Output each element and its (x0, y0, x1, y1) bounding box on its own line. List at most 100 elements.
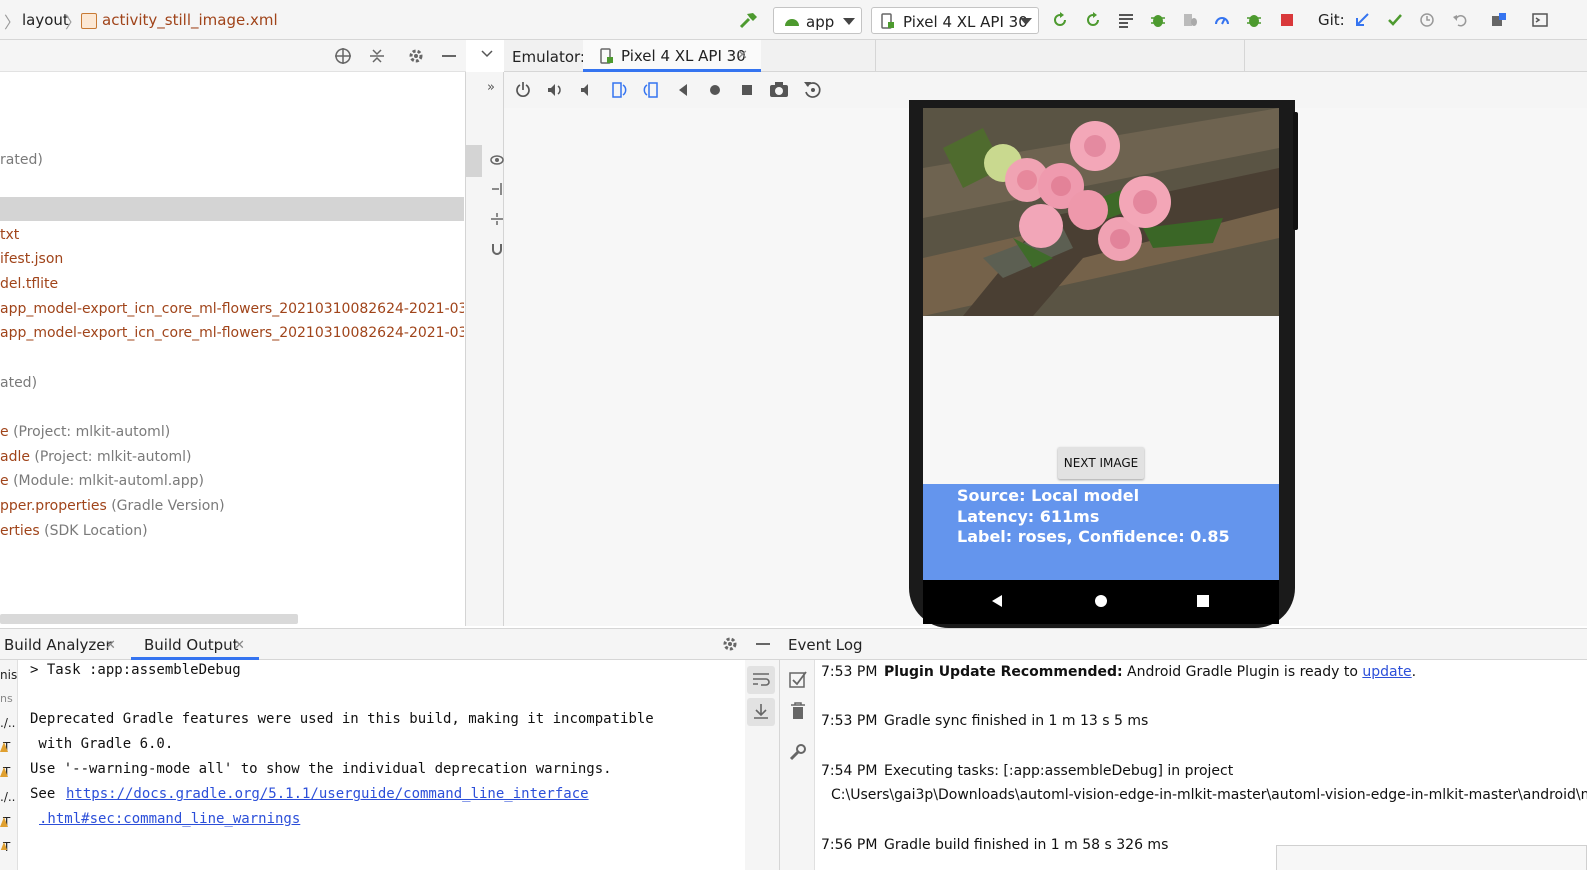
more-chevron-icon[interactable]: » (487, 80, 495, 95)
event-message: Plugin Update Recommended: Android Gradl… (884, 664, 1416, 680)
event-time: 7:53 PM (821, 664, 878, 680)
tab-build-analyzer[interactable]: Build Analyzer (4, 636, 112, 654)
power-icon[interactable] (514, 81, 532, 99)
gradle-docs-link-continued[interactable]: .html#sec:command_line_warnings (39, 811, 300, 827)
attach-process-icon[interactable] (1246, 12, 1262, 28)
back-triangle-icon[interactable] (676, 83, 690, 97)
close-icon[interactable]: ✕ (737, 48, 748, 63)
tab-divider (875, 40, 876, 72)
gear-icon[interactable] (721, 635, 739, 653)
device-select[interactable]: Pixel 4 XL API 30 (871, 7, 1039, 34)
chevron-down-icon (843, 18, 855, 25)
stop-icon[interactable] (1279, 12, 1295, 28)
home-circle-icon[interactable] (708, 83, 722, 97)
tree-row[interactable]: adle (Project: mlkit-automl) (0, 445, 192, 469)
rotate-right-icon[interactable] (642, 81, 660, 99)
scroll-to-end-button[interactable] (747, 698, 775, 726)
tree-row[interactable]: e (Project: mlkit-automl) (0, 420, 170, 444)
tree-row[interactable]: del.tflite (0, 272, 58, 296)
breadcrumb-file[interactable]: activity_still_image.xml (102, 11, 278, 29)
tree-row-name: erties (0, 523, 40, 539)
tree-row[interactable]: app_model-export_icn_core_ml-flowers_202… (0, 321, 464, 345)
snapshot-restore-icon[interactable] (803, 80, 823, 100)
nav-home-icon[interactable] (1094, 594, 1108, 608)
scroll-to-end-icon (754, 704, 768, 719)
minimize-icon[interactable] (440, 47, 458, 65)
event-message: Gradle sync finished in 1 m 13 s 5 ms (884, 713, 1149, 729)
nav-back-icon[interactable] (990, 594, 1004, 608)
apply-changes-restart-icon[interactable] (1052, 12, 1068, 28)
rollback-undo-icon[interactable] (1452, 12, 1468, 28)
tree-row-name: app_model-export_icn_core_ml-flowers_202… (0, 301, 464, 317)
next-image-button[interactable]: NEXT IMAGE (1058, 447, 1144, 479)
distribute-icon[interactable] (490, 212, 504, 226)
camera-screenshot-icon[interactable] (769, 81, 789, 99)
volume-up-icon[interactable] (546, 81, 564, 99)
tab-emulator-device-label: Pixel 4 XL API 30 (621, 47, 746, 65)
locate-target-icon[interactable] (334, 47, 352, 65)
event-entry: 7:54 PM (821, 763, 877, 779)
console-line: > Task :app:assembleDebug (30, 662, 241, 678)
profiler-icon[interactable] (1214, 12, 1230, 28)
device-select-label: Pixel 4 XL API 30 (903, 13, 1028, 31)
debug-bug-icon[interactable] (1150, 12, 1166, 28)
git-commit-check-icon[interactable] (1387, 12, 1403, 28)
attach-debugger-icon[interactable] (1182, 12, 1198, 28)
soft-wrap-button[interactable] (747, 666, 775, 694)
magnet-icon[interactable] (490, 242, 504, 256)
tree-row[interactable]: erties (SDK Location) (0, 519, 148, 543)
tree-row[interactable]: ated) (0, 371, 37, 395)
mark-all-read-icon[interactable] (789, 670, 807, 688)
volume-down-icon[interactable] (578, 81, 596, 99)
project-structure-icon[interactable] (1491, 12, 1507, 28)
notification-popup-edge[interactable] (1276, 845, 1587, 870)
tree-row-name: ifest.json (0, 251, 64, 267)
selected-tree-row[interactable] (0, 197, 464, 221)
event-entry: 7:53 PM (821, 664, 877, 680)
gradle-docs-link[interactable]: https://docs.gradle.org/5.1.1/userguide/… (66, 786, 589, 802)
terminal-window-icon[interactable] (1532, 12, 1548, 28)
git-update-icon[interactable] (1354, 12, 1370, 28)
tree-row-name: app_model-export_icn_core_ml-flowers_202… (0, 325, 464, 341)
align-icon[interactable] (490, 182, 504, 196)
tree-row[interactable]: e (Module: mlkit-automl.app) (0, 469, 204, 493)
build-hammer-icon[interactable] (738, 10, 760, 30)
wrench-settings-icon[interactable] (789, 743, 807, 761)
eye-icon[interactable] (490, 153, 504, 167)
tree-row[interactable]: app_model-export_icn_core_ml-flowers_202… (0, 297, 464, 321)
tree-row[interactable]: rated) (0, 148, 43, 172)
event-entry: 7:56 PM (821, 837, 877, 853)
tree-row[interactable]: ifest.json (0, 247, 63, 271)
tree-row-name: txt (0, 227, 20, 243)
tree-row-hint: (Module: mlkit-automl.app) (8, 473, 204, 489)
coverage-icon[interactable] (1118, 12, 1134, 28)
collapse-all-icon[interactable] (368, 47, 386, 65)
tab-emulator-device[interactable]: Pixel 4 XL API 30 ✕ (583, 40, 761, 72)
phone-device-icon (881, 13, 894, 29)
phone-side-button (1293, 112, 1298, 230)
result-label: Label: roses, Confidence: 0.85 (957, 527, 1230, 546)
breadcrumb-separator: 〉 (65, 13, 82, 32)
trash-icon[interactable] (790, 702, 806, 720)
horizontal-scrollbar[interactable] (0, 614, 298, 624)
minimize-icon[interactable] (754, 635, 772, 653)
update-link[interactable]: update (1362, 664, 1411, 680)
soft-wrap-icon (753, 673, 770, 686)
tree-row[interactable]: pper.properties (Gradle Version) (0, 494, 225, 518)
event-time: 7:53 PM (821, 713, 878, 729)
module-select[interactable]: app (773, 7, 862, 34)
nav-overview-icon[interactable] (1196, 594, 1210, 608)
apply-code-changes-icon[interactable] (1085, 12, 1101, 28)
overview-square-icon[interactable] (740, 83, 754, 97)
tree-row[interactable]: txt (0, 223, 19, 247)
tree-row-name: e (0, 473, 9, 489)
rotate-left-icon[interactable] (610, 81, 628, 99)
close-icon[interactable]: ✕ (234, 638, 245, 653)
chevron-down-icon[interactable] (480, 46, 494, 62)
tab-build-output[interactable]: Build Output ✕ (131, 628, 259, 660)
history-clock-icon[interactable] (1419, 12, 1435, 28)
gear-icon[interactable] (407, 47, 425, 65)
close-icon[interactable]: ✕ (105, 638, 116, 653)
breadcrumb-folder[interactable]: layout (22, 11, 69, 29)
strip-scroll-thumb[interactable] (466, 145, 482, 177)
